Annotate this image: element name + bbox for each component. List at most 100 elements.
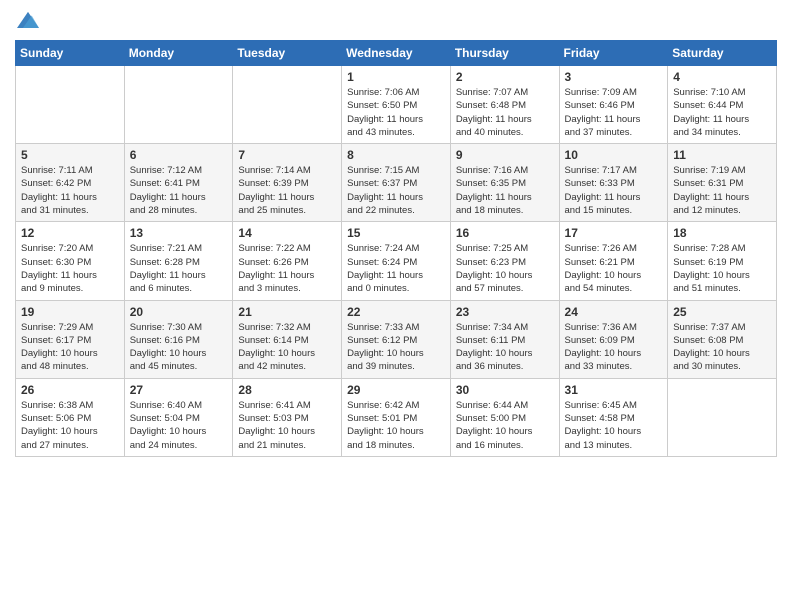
calendar-cell: 20 Sunrise: 7:30 AM Sunset: 6:16 PM Dayli… (124, 300, 233, 378)
day-number: 3 (565, 70, 663, 84)
calendar-cell (16, 66, 125, 144)
calendar-cell: 17 Sunrise: 7:26 AM Sunset: 6:21 PM Dayli… (559, 222, 668, 300)
day-number: 22 (347, 305, 445, 319)
day-info: Sunrise: 7:17 AM Sunset: 6:33 PM Dayligh… (565, 164, 663, 217)
calendar-cell: 3 Sunrise: 7:09 AM Sunset: 6:46 PM Daylig… (559, 66, 668, 144)
day-info: Sunrise: 7:37 AM Sunset: 6:08 PM Dayligh… (673, 321, 771, 374)
week-row-3: 12 Sunrise: 7:20 AM Sunset: 6:30 PM Dayli… (16, 222, 777, 300)
day-info: Sunrise: 6:38 AM Sunset: 5:06 PM Dayligh… (21, 399, 119, 452)
day-info: Sunrise: 7:33 AM Sunset: 6:12 PM Dayligh… (347, 321, 445, 374)
day-number: 17 (565, 226, 663, 240)
day-number: 6 (130, 148, 228, 162)
day-number: 29 (347, 383, 445, 397)
day-info: Sunrise: 7:09 AM Sunset: 6:46 PM Dayligh… (565, 86, 663, 139)
calendar-table: SundayMondayTuesdayWednesdayThursdayFrid… (15, 40, 777, 457)
calendar-cell: 16 Sunrise: 7:25 AM Sunset: 6:23 PM Dayli… (450, 222, 559, 300)
week-row-5: 26Sunrise: 6:38 AM Sunset: 5:06 PM Dayli… (16, 378, 777, 456)
calendar-cell: 30Sunrise: 6:44 AM Sunset: 5:00 PM Dayli… (450, 378, 559, 456)
day-number: 12 (21, 226, 119, 240)
day-number: 2 (456, 70, 554, 84)
day-number: 5 (21, 148, 119, 162)
day-number: 24 (565, 305, 663, 319)
day-info: Sunrise: 7:15 AM Sunset: 6:37 PM Dayligh… (347, 164, 445, 217)
weekday-header-tuesday: Tuesday (233, 41, 342, 66)
day-number: 9 (456, 148, 554, 162)
calendar-cell: 2 Sunrise: 7:07 AM Sunset: 6:48 PM Daylig… (450, 66, 559, 144)
day-number: 8 (347, 148, 445, 162)
calendar-cell: 12 Sunrise: 7:20 AM Sunset: 6:30 PM Dayli… (16, 222, 125, 300)
calendar-cell: 9 Sunrise: 7:16 AM Sunset: 6:35 PM Daylig… (450, 144, 559, 222)
day-number: 19 (21, 305, 119, 319)
logo-text (15, 10, 39, 32)
day-number: 10 (565, 148, 663, 162)
week-row-4: 19 Sunrise: 7:29 AM Sunset: 6:17 PM Dayli… (16, 300, 777, 378)
calendar-cell: 5Sunrise: 7:11 AM Sunset: 6:42 PM Daylig… (16, 144, 125, 222)
calendar-cell: 22 Sunrise: 7:33 AM Sunset: 6:12 PM Dayli… (342, 300, 451, 378)
weekday-header-thursday: Thursday (450, 41, 559, 66)
day-info: Sunrise: 7:29 AM Sunset: 6:17 PM Dayligh… (21, 321, 119, 374)
calendar-cell: 26Sunrise: 6:38 AM Sunset: 5:06 PM Dayli… (16, 378, 125, 456)
day-number: 7 (238, 148, 336, 162)
calendar-cell: 11Sunrise: 7:19 AM Sunset: 6:31 PM Dayli… (668, 144, 777, 222)
day-number: 27 (130, 383, 228, 397)
day-info: Sunrise: 7:07 AM Sunset: 6:48 PM Dayligh… (456, 86, 554, 139)
day-info: Sunrise: 7:28 AM Sunset: 6:19 PM Dayligh… (673, 242, 771, 295)
day-number: 23 (456, 305, 554, 319)
calendar-cell (124, 66, 233, 144)
day-number: 20 (130, 305, 228, 319)
calendar-cell: 19 Sunrise: 7:29 AM Sunset: 6:17 PM Dayli… (16, 300, 125, 378)
calendar-cell: 25Sunrise: 7:37 AM Sunset: 6:08 PM Dayli… (668, 300, 777, 378)
logo-icon (17, 10, 39, 32)
calendar-cell: 10 Sunrise: 7:17 AM Sunset: 6:33 PM Dayli… (559, 144, 668, 222)
week-row-2: 5Sunrise: 7:11 AM Sunset: 6:42 PM Daylig… (16, 144, 777, 222)
day-info: Sunrise: 7:14 AM Sunset: 6:39 PM Dayligh… (238, 164, 336, 217)
day-info: Sunrise: 7:10 AM Sunset: 6:44 PM Dayligh… (673, 86, 771, 139)
day-number: 28 (238, 383, 336, 397)
calendar-cell: 31 Sunrise: 6:45 AM Sunset: 4:58 PM Dayli… (559, 378, 668, 456)
weekday-header-wednesday: Wednesday (342, 41, 451, 66)
day-info: Sunrise: 7:24 AM Sunset: 6:24 PM Dayligh… (347, 242, 445, 295)
day-info: Sunrise: 7:22 AM Sunset: 6:26 PM Dayligh… (238, 242, 336, 295)
calendar-cell: 27 Sunrise: 6:40 AM Sunset: 5:04 PM Dayli… (124, 378, 233, 456)
calendar-cell: 28 Sunrise: 6:41 AM Sunset: 5:03 PM Dayli… (233, 378, 342, 456)
calendar-cell: 6Sunrise: 7:12 AM Sunset: 6:41 PM Daylig… (124, 144, 233, 222)
week-row-1: 1Sunrise: 7:06 AM Sunset: 6:50 PM Daylig… (16, 66, 777, 144)
day-info: Sunrise: 7:32 AM Sunset: 6:14 PM Dayligh… (238, 321, 336, 374)
calendar-cell: 29 Sunrise: 6:42 AM Sunset: 5:01 PM Dayli… (342, 378, 451, 456)
day-number: 31 (565, 383, 663, 397)
day-info: Sunrise: 7:36 AM Sunset: 6:09 PM Dayligh… (565, 321, 663, 374)
day-info: Sunrise: 7:16 AM Sunset: 6:35 PM Dayligh… (456, 164, 554, 217)
day-info: Sunrise: 7:19 AM Sunset: 6:31 PM Dayligh… (673, 164, 771, 217)
calendar-cell (233, 66, 342, 144)
weekday-header-friday: Friday (559, 41, 668, 66)
day-number: 16 (456, 226, 554, 240)
day-info: Sunrise: 7:26 AM Sunset: 6:21 PM Dayligh… (565, 242, 663, 295)
day-info: Sunrise: 7:25 AM Sunset: 6:23 PM Dayligh… (456, 242, 554, 295)
calendar-cell: 23 Sunrise: 7:34 AM Sunset: 6:11 PM Dayli… (450, 300, 559, 378)
day-info: Sunrise: 6:45 AM Sunset: 4:58 PM Dayligh… (565, 399, 663, 452)
day-number: 18 (673, 226, 771, 240)
day-info: Sunrise: 6:40 AM Sunset: 5:04 PM Dayligh… (130, 399, 228, 452)
calendar-cell: 1Sunrise: 7:06 AM Sunset: 6:50 PM Daylig… (342, 66, 451, 144)
day-number: 4 (673, 70, 771, 84)
calendar-cell: 21 Sunrise: 7:32 AM Sunset: 6:14 PM Dayli… (233, 300, 342, 378)
day-info: Sunrise: 6:41 AM Sunset: 5:03 PM Dayligh… (238, 399, 336, 452)
day-number: 14 (238, 226, 336, 240)
day-info: Sunrise: 7:30 AM Sunset: 6:16 PM Dayligh… (130, 321, 228, 374)
day-info: Sunrise: 6:42 AM Sunset: 5:01 PM Dayligh… (347, 399, 445, 452)
day-info: Sunrise: 7:34 AM Sunset: 6:11 PM Dayligh… (456, 321, 554, 374)
calendar-cell: 13 Sunrise: 7:21 AM Sunset: 6:28 PM Dayli… (124, 222, 233, 300)
weekday-header-sunday: Sunday (16, 41, 125, 66)
calendar-cell: 4 Sunrise: 7:10 AM Sunset: 6:44 PM Daylig… (668, 66, 777, 144)
weekday-header-row: SundayMondayTuesdayWednesdayThursdayFrid… (16, 41, 777, 66)
day-info: Sunrise: 7:20 AM Sunset: 6:30 PM Dayligh… (21, 242, 119, 295)
day-number: 13 (130, 226, 228, 240)
day-number: 21 (238, 305, 336, 319)
logo (15, 10, 39, 32)
calendar-cell: 8 Sunrise: 7:15 AM Sunset: 6:37 PM Daylig… (342, 144, 451, 222)
calendar-cell: 7 Sunrise: 7:14 AM Sunset: 6:39 PM Daylig… (233, 144, 342, 222)
day-info: Sunrise: 6:44 AM Sunset: 5:00 PM Dayligh… (456, 399, 554, 452)
day-info: Sunrise: 7:06 AM Sunset: 6:50 PM Dayligh… (347, 86, 445, 139)
day-info: Sunrise: 7:21 AM Sunset: 6:28 PM Dayligh… (130, 242, 228, 295)
calendar-cell: 24 Sunrise: 7:36 AM Sunset: 6:09 PM Dayli… (559, 300, 668, 378)
